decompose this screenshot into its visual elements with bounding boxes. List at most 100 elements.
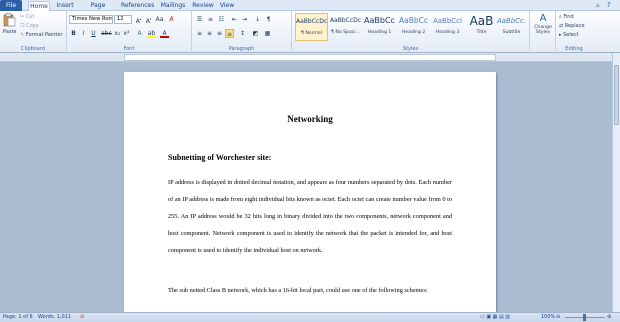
- superscript-icon[interactable]: x²: [122, 29, 131, 38]
- align-right-icon[interactable]: ≡: [215, 29, 224, 38]
- tab-file[interactable]: File: [0, 0, 22, 11]
- strikethrough-icon[interactable]: abc: [101, 29, 112, 38]
- replace-icon: ⇄: [559, 23, 564, 29]
- clear-formatting-icon[interactable]: A̸: [167, 15, 176, 24]
- shading-icon[interactable]: ◩: [251, 29, 260, 38]
- tab-page-layout[interactable]: Page Layout: [80, 1, 116, 19]
- document-page[interactable]: Networking Subnetting of Worchester site…: [124, 72, 496, 312]
- editing-group-label: Editing: [565, 46, 583, 52]
- select-button[interactable]: ▸ Select: [559, 31, 579, 39]
- copy-label: Copy: [26, 23, 39, 29]
- align-left-icon[interactable]: ≡: [195, 29, 204, 38]
- scrollbar-thumb[interactable]: [614, 65, 619, 125]
- font-size-combo[interactable]: 12: [114, 15, 132, 24]
- text-effects-icon[interactable]: A: [135, 29, 144, 38]
- font-group-label: Font: [123, 46, 135, 52]
- font-group: Times New Rom 12 A▴ A▾ Aa A̸ B I U abc x…: [67, 11, 192, 53]
- style-preview: AaBbCcDc: [329, 17, 362, 24]
- replace-button[interactable]: ⇄ Replace: [559, 22, 585, 30]
- shrink-font-icon[interactable]: A▾: [144, 15, 153, 25]
- style-preview: AaBbCcDc: [296, 18, 327, 25]
- tab-view[interactable]: View: [219, 1, 235, 11]
- style-heading-3[interactable]: AaBbCcI Heading 3: [431, 13, 464, 41]
- document-paragraph: IP address is displayed in dotted decima…: [168, 179, 452, 254]
- style-name: ¶ Normal: [300, 31, 322, 36]
- zoom-level[interactable]: 100%: [541, 313, 555, 322]
- page-count[interactable]: Page: 1 of 6: [3, 313, 33, 322]
- paragraph-group: ☰ ≡ ☷ ⇤ ⇥ ↓ ¶ ≡ ≡ ≡ ≡ ↕ ◩ ▦ Paragraph: [192, 11, 292, 53]
- font-color-icon[interactable]: A: [160, 29, 169, 38]
- line-spacing-icon[interactable]: ↕: [238, 29, 247, 38]
- zoom-in-icon[interactable]: ⊕: [607, 313, 611, 322]
- style-name: Heading 3: [435, 30, 460, 35]
- minimize-ribbon-icon[interactable]: ▵: [596, 1, 600, 9]
- style-name: Subtitle: [502, 30, 521, 35]
- ribbon-tab-bar: File Home Insert Page Layout References …: [0, 0, 620, 19]
- zoom-slider-thumb[interactable]: [583, 314, 586, 321]
- select-icon: ▸: [559, 32, 562, 38]
- increase-indent-icon[interactable]: ⇥: [240, 15, 249, 24]
- tab-review[interactable]: Review: [192, 1, 214, 11]
- copy-icon: ❐: [20, 23, 25, 29]
- style-no-spacing[interactable]: AaBbCcDc ¶ No Spaci...: [329, 13, 362, 41]
- change-styles-group: A Change Styles: [530, 11, 556, 53]
- tab-insert[interactable]: Insert: [55, 1, 75, 11]
- style-heading-1[interactable]: AaBbCc Heading 1: [363, 13, 396, 41]
- find-button[interactable]: ⌕ Find: [559, 13, 574, 21]
- grow-font-icon[interactable]: A▴: [134, 15, 143, 25]
- change-styles-label: Change Styles: [534, 25, 552, 35]
- numbering-icon[interactable]: ≡: [206, 15, 215, 24]
- zoom-out-icon[interactable]: ⊖: [556, 313, 560, 322]
- clipboard-group: Paste ✂ Cut ❐ Copy ✎ Format Painter Clip…: [0, 11, 67, 53]
- cut-button[interactable]: ✂ Cut: [20, 13, 34, 21]
- paste-icon: [3, 13, 16, 27]
- show-formatting-icon[interactable]: ¶: [264, 15, 273, 24]
- font-name-combo[interactable]: Times New Rom: [69, 15, 113, 24]
- status-bar: Page: 1 of 6 Words: 1,011 ⊘ ▭ ▣ ▦ ▤ ▥ 10…: [0, 312, 620, 322]
- justify-icon[interactable]: ≡: [225, 29, 234, 38]
- style-name: Heading 1: [367, 30, 392, 35]
- help-icon[interactable]: ?: [607, 1, 611, 9]
- paste-button[interactable]: Paste: [3, 13, 17, 35]
- scissors-icon: ✂: [20, 14, 25, 20]
- style-title[interactable]: AaB Title: [465, 13, 498, 41]
- change-styles-button[interactable]: A Change Styles: [532, 13, 554, 35]
- style-normal[interactable]: AaBbCcDc ¶ Normal: [295, 13, 328, 41]
- find-label: Find: [563, 14, 574, 20]
- word-count[interactable]: Words: 1,011: [38, 313, 71, 322]
- sort-icon[interactable]: ↓: [253, 15, 262, 24]
- style-name: Heading 2: [401, 30, 426, 35]
- proofing-icon[interactable]: ⊘: [80, 313, 84, 322]
- select-label: Select: [563, 32, 579, 38]
- multilevel-list-icon[interactable]: ☷: [217, 15, 226, 24]
- horizontal-ruler[interactable]: [0, 53, 612, 62]
- align-center-icon[interactable]: ≡: [205, 29, 214, 38]
- vertical-scrollbar[interactable]: [612, 53, 620, 312]
- format-painter-button[interactable]: ✎ Format Painter: [20, 31, 63, 39]
- ruler-strip: [124, 54, 496, 61]
- borders-icon[interactable]: ▦: [263, 29, 272, 38]
- view-buttons[interactable]: ▭ ▣ ▦ ▤ ▥: [480, 313, 510, 322]
- style-subtitle[interactable]: AaBbCc. Subtitle: [495, 13, 528, 41]
- change-case-icon[interactable]: Aa: [155, 15, 164, 24]
- style-name: Title: [476, 30, 487, 35]
- document-title: Networking: [287, 114, 333, 124]
- replace-label: Replace: [564, 23, 585, 29]
- styles-group: AaBbCcDc ¶ Normal AaBbCcDc ¶ No Spaci...…: [292, 11, 530, 53]
- underline-icon[interactable]: U: [89, 29, 98, 38]
- bullets-icon[interactable]: ☰: [195, 15, 204, 24]
- tab-references[interactable]: References: [121, 1, 154, 11]
- find-icon: ⌕: [559, 14, 562, 20]
- document-heading: Subnetting of Worchester site:: [168, 153, 272, 162]
- paragraph-group-label: Paragraph: [228, 46, 255, 52]
- italic-icon[interactable]: I: [79, 29, 88, 38]
- style-heading-2[interactable]: AaBbCc Heading 2: [397, 13, 430, 41]
- copy-button[interactable]: ❐ Copy: [20, 22, 39, 30]
- document-area[interactable]: Networking Subnetting of Worchester site…: [0, 62, 612, 312]
- tab-mailings[interactable]: Mailings: [159, 1, 187, 11]
- decrease-indent-icon[interactable]: ⇤: [230, 15, 239, 24]
- bold-icon[interactable]: B: [69, 29, 78, 38]
- highlight-icon[interactable]: ab: [147, 29, 156, 38]
- cut-label: Cut: [25, 14, 35, 20]
- subscript-icon[interactable]: x₂: [113, 29, 122, 38]
